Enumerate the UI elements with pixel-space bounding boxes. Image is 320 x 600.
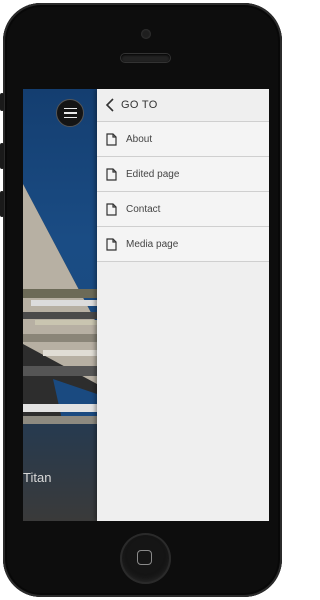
- home-square-icon: [137, 550, 152, 565]
- drawer-header-label: GO TO: [121, 99, 158, 111]
- document-icon: [106, 237, 117, 251]
- hamburger-menu-button[interactable]: [56, 99, 84, 127]
- earpiece-speaker: [121, 54, 170, 62]
- home-button[interactable]: [120, 533, 171, 584]
- background-hero: Titan: [23, 89, 97, 521]
- drawer-item-media-page[interactable]: Media page: [97, 227, 269, 262]
- drawer-item-label: Media page: [126, 238, 179, 250]
- drawer-item-label: About: [126, 133, 153, 145]
- chevron-left-icon: [105, 98, 114, 112]
- drawer-item-label: Edited page: [126, 168, 180, 180]
- document-icon: [106, 202, 117, 216]
- navigation-drawer: GO TO About Edited page Contact Media pa…: [97, 89, 269, 521]
- drawer-item-about[interactable]: About: [97, 122, 269, 157]
- hamburger-icon-line: [63, 112, 77, 114]
- drawer-item-contact[interactable]: Contact: [97, 192, 269, 227]
- volume-up-button: [0, 143, 4, 169]
- front-camera: [141, 29, 151, 39]
- hamburger-icon-line: [63, 107, 77, 110]
- screen: Titan GO TO About Edited page Contact Me…: [23, 89, 269, 521]
- drawer-item-edited-page[interactable]: Edited page: [97, 157, 269, 192]
- hero-title: Titan: [23, 470, 52, 485]
- volume-down-button: [0, 191, 4, 217]
- document-icon: [106, 167, 117, 181]
- document-icon: [106, 132, 117, 146]
- phone-frame: Titan GO TO About Edited page Contact Me…: [0, 3, 282, 597]
- mute-switch: [0, 93, 4, 111]
- drawer-item-label: Contact: [126, 203, 161, 215]
- hamburger-icon-line: [63, 116, 77, 119]
- jet-illustration: [23, 184, 97, 424]
- drawer-back-button[interactable]: GO TO: [97, 89, 269, 122]
